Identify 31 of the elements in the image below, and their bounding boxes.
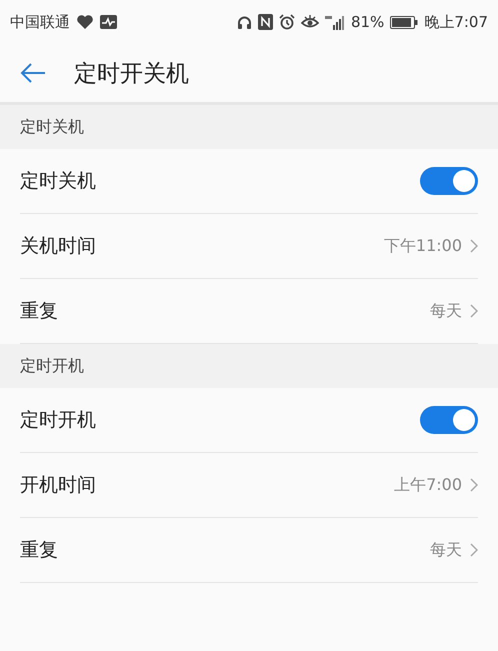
alarm-icon bbox=[278, 14, 295, 30]
activity-icon bbox=[100, 15, 117, 29]
chevron-icon bbox=[470, 304, 478, 318]
nfc-icon bbox=[258, 14, 273, 30]
clock-time: 晚上7:07 bbox=[424, 12, 488, 32]
chevron-icon bbox=[470, 543, 478, 557]
setting-value[interactable]: 每天 bbox=[430, 300, 462, 322]
setting-label: 重复 bbox=[20, 299, 59, 324]
setting-label: 定时开机 bbox=[20, 408, 97, 433]
section-header: 定时开机 bbox=[20, 356, 84, 376]
setting-value[interactable]: 上午7:00 bbox=[394, 474, 462, 496]
section-header: 定时关机 bbox=[20, 116, 84, 138]
toggle-switch[interactable] bbox=[420, 167, 478, 195]
headphones-icon bbox=[236, 14, 252, 30]
page-title: 定时开关机 bbox=[74, 60, 189, 88]
toggle-switch[interactable] bbox=[420, 406, 478, 434]
setting-value[interactable]: 下午11:00 bbox=[384, 236, 462, 256]
signal-icon bbox=[324, 14, 345, 30]
battery-percent: 81% bbox=[350, 13, 384, 31]
setting-label: 重复 bbox=[20, 538, 59, 563]
carrier-name: 中国联通 bbox=[10, 12, 70, 32]
back-button[interactable] bbox=[20, 63, 46, 83]
battery-icon bbox=[390, 16, 418, 28]
setting-label: 开机时间 bbox=[20, 473, 97, 498]
chevron-icon bbox=[470, 478, 478, 492]
eye-icon bbox=[300, 15, 319, 29]
setting-label: 关机时间 bbox=[20, 234, 97, 259]
setting-label: 定时关机 bbox=[20, 169, 97, 194]
chevron-icon bbox=[470, 239, 478, 253]
heart-icon bbox=[76, 14, 94, 30]
setting-value[interactable]: 每天 bbox=[430, 540, 462, 560]
